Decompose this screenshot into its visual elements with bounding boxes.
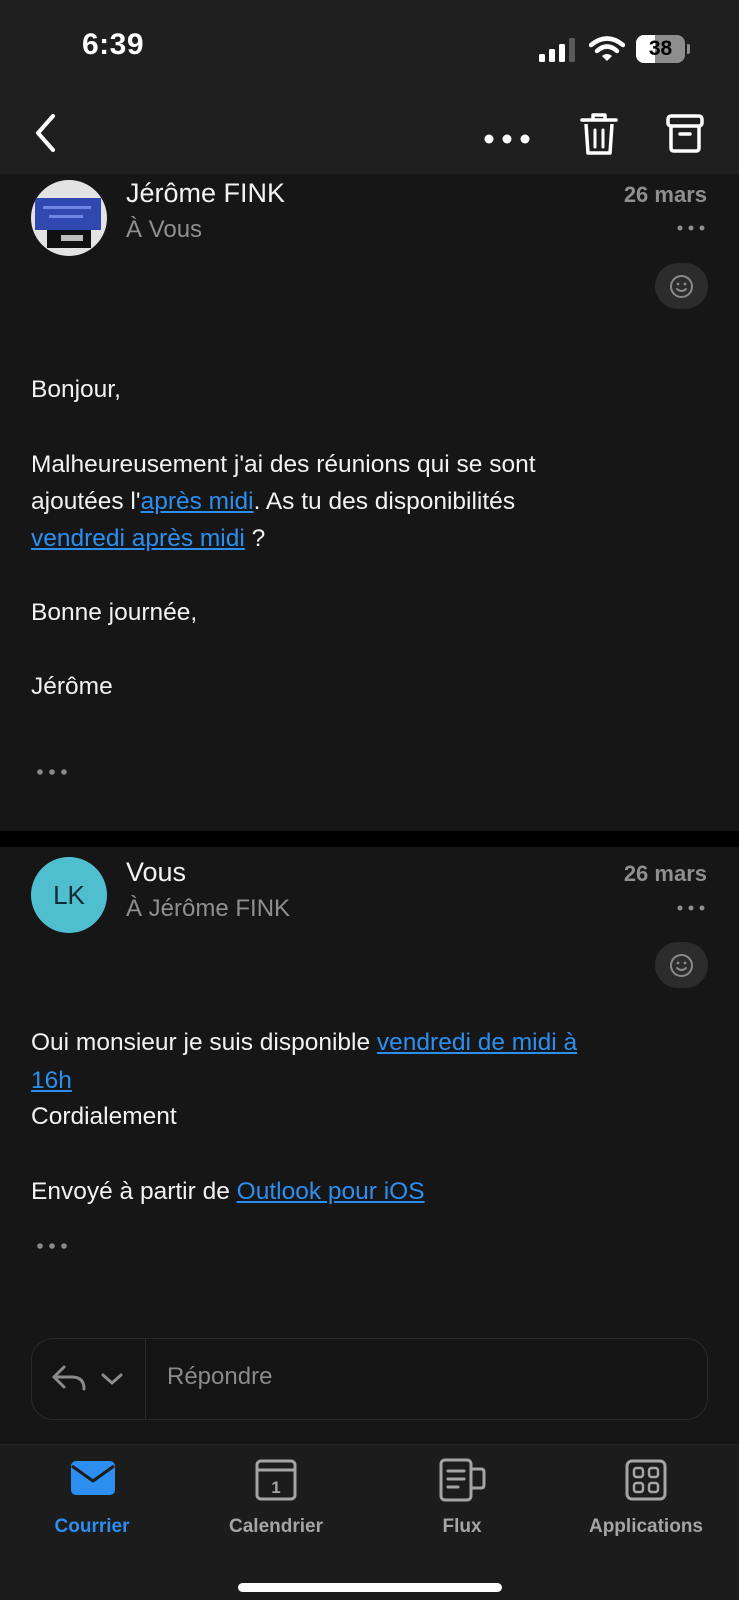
avatar[interactable] [31,180,107,256]
more-options-button[interactable] [480,108,538,158]
reaction-button[interactable] [655,942,708,988]
reply-options-button[interactable] [32,1339,146,1419]
sender-name[interactable]: Jérôme FINK [126,178,285,209]
reply-area: Répondre [0,1314,739,1444]
show-quoted-text-icon[interactable] [36,1239,70,1253]
message-options-icon[interactable] [676,220,706,236]
wifi-icon [589,36,625,61]
more-horizontal-icon [484,134,530,144]
body-line: Malheureusement j'ai des réunions qui se… [31,451,536,478]
back-button[interactable] [24,108,70,158]
message-date: 26 mars [623,182,707,207]
chevron-left-icon [36,114,55,152]
message-options-icon[interactable] [676,900,706,916]
body-line: Oui monsieur je suis disponible vendredi… [31,1029,577,1057]
status-bar: 6:39 38 [0,0,739,96]
calendar-icon: 1 [255,1459,297,1501]
recipient-line: À Jérôme FINK [126,895,291,922]
tab-label: Courrier [54,1516,130,1537]
date-link[interactable]: 16h [31,1067,72,1094]
reply-box[interactable]: Répondre [31,1338,708,1420]
body-line: vendredi après midi ? [31,525,265,553]
mail-icon [71,1461,115,1495]
status-time: 6:39 [82,28,145,61]
tab-label: Flux [442,1516,482,1537]
body-line: ajoutées l'après midi. As tu des disponi… [31,488,515,516]
body-text: ajoutées l' [31,488,141,515]
archive-button[interactable] [660,106,710,160]
battery-level: 38 [648,37,673,60]
body-line: Envoyé à partir de Outlook pour iOS [31,1178,425,1206]
signal-icon [539,38,575,62]
reply-input[interactable]: Répondre [167,1363,272,1391]
message-toolbar [0,96,739,174]
apps-grid-icon [625,1459,667,1501]
body-text: Oui monsieur je suis disponible [31,1029,377,1056]
outlook-link[interactable]: Outlook pour iOS [237,1178,425,1205]
tab-applications[interactable]: Applications [566,1445,726,1545]
body-signature: Jérôme [31,673,113,700]
tab-label: Applications [588,1516,703,1537]
home-indicator [238,1583,502,1592]
reply-icon [52,1365,86,1391]
message-date: 26 mars [623,861,707,886]
body-line: 16h [31,1067,72,1095]
show-quoted-text-icon[interactable] [36,765,70,779]
tab-calendrier[interactable]: 1 Calendrier [206,1445,346,1545]
sender-name[interactable]: Vous [126,857,186,888]
smiley-icon [670,275,693,298]
message-card: LK Vous À Jérôme FINK 26 mars Oui monsie… [0,847,739,1314]
recipient-line: À Vous [126,216,203,243]
smiley-icon [670,954,693,977]
avatar[interactable]: LK [31,857,107,933]
tab-bar: Courrier 1 Calendrier Flux Applications [0,1444,739,1600]
feed-icon [439,1458,486,1502]
calendar-day: 1 [271,1478,280,1497]
date-link[interactable]: vendredi après midi [31,525,245,552]
body-closing: Bonne journée, [31,599,198,626]
message-separator [0,831,739,847]
delete-button[interactable] [574,106,624,160]
chevron-down-icon [101,1373,123,1385]
tab-courrier[interactable]: Courrier [22,1445,162,1545]
date-link[interactable]: après midi [141,488,254,515]
body-text: Envoyé à partir de [31,1178,237,1205]
archive-icon [666,114,704,153]
body-text: ? [244,525,266,552]
tab-label: Calendrier [229,1516,323,1537]
battery-icon: 38 [636,35,690,63]
body-greeting: Bonjour, [31,376,121,403]
trash-icon [580,113,618,155]
tab-flux[interactable]: Flux [392,1445,532,1545]
date-link[interactable]: vendredi de midi à [377,1029,577,1056]
body-text: . As tu des disponibilités [253,488,516,515]
message-card: Jérôme FINK À Vous 26 mars Bonjour, Malh… [0,174,739,831]
body-line: Cordialement [31,1103,177,1130]
reaction-button[interactable] [655,263,708,309]
